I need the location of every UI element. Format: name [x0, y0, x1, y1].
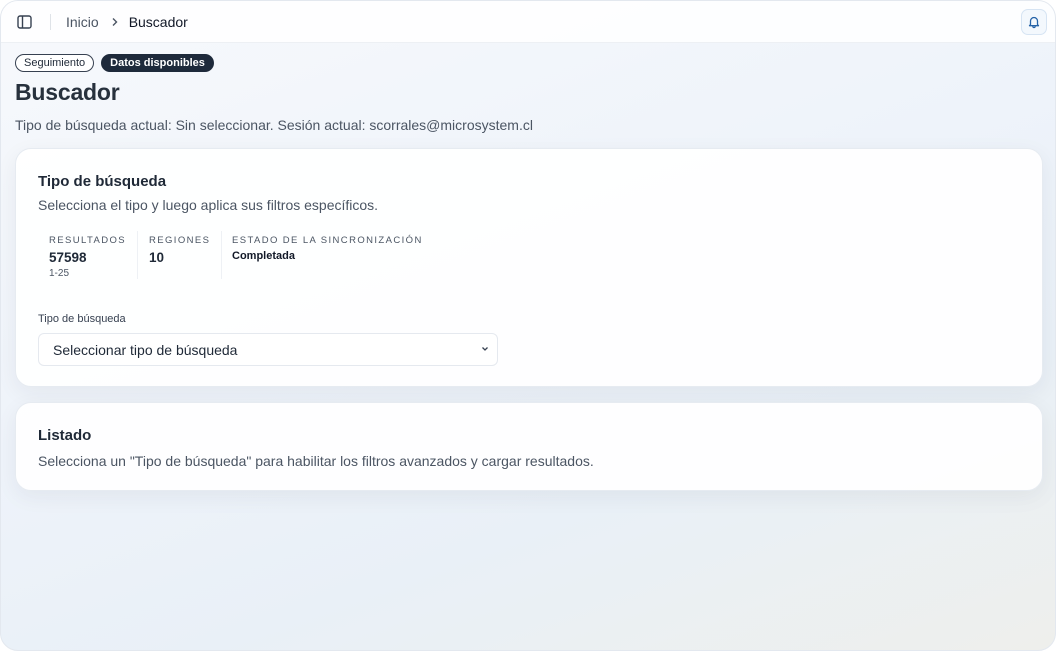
stat-regiones: REGIONES 10 [137, 231, 221, 279]
search-type-card-description: Selecciona el tipo y luego aplica sus fi… [38, 197, 379, 213]
topbar-divider [50, 14, 51, 30]
stat-regiones-label: REGIONES [149, 235, 211, 246]
top-bar: Inicio Buscador [1, 1, 1055, 43]
stat-resultados-value: 57598 [49, 250, 87, 265]
badge-seguimiento: Seguimiento [15, 54, 95, 72]
page-subtitle: Tipo de búsqueda actual: Sin seleccionar… [15, 117, 533, 133]
search-type-select-value: Seleccionar tipo de búsqueda [53, 341, 238, 358]
badge-datos-disponibles: Datos disponibles [101, 54, 214, 72]
search-type-select[interactable]: Seleccionar tipo de búsqueda [38, 333, 498, 366]
badge-row: Seguimiento Datos disponibles [15, 54, 214, 72]
breadcrumb-item-inicio[interactable]: Inicio [66, 14, 99, 30]
list-card: Listado Selecciona un "Tipo de búsqueda"… [15, 402, 1043, 491]
sidebar-toggle-icon[interactable] [15, 13, 33, 31]
search-type-card: Tipo de búsqueda Selecciona el tipo y lu… [15, 148, 1043, 387]
stats-row: RESULTADOS 57598 1-25 REGIONES 10 ESTADO… [38, 231, 441, 279]
breadcrumb: Inicio Buscador [66, 1, 188, 43]
bell-icon [1027, 15, 1041, 29]
search-type-field-label: Tipo de búsqueda [38, 313, 126, 325]
app-window: Inicio Buscador Seguimiento Datos dispon… [0, 0, 1056, 651]
stat-estado-sincronizacion: ESTADO DE LA SINCRONIZACIÓN Completada [221, 231, 441, 279]
chevron-right-icon [111, 17, 119, 27]
stat-regiones-value: 10 [149, 250, 165, 265]
list-card-title: Listado [38, 427, 92, 444]
page-title: Buscador [15, 79, 120, 105]
search-type-card-title: Tipo de búsqueda [38, 173, 167, 190]
chevron-down-icon [481, 346, 489, 352]
stat-resultados-label: RESULTADOS [49, 235, 126, 246]
stat-resultados-range: 1-25 [49, 268, 70, 279]
notifications-button[interactable] [1021, 9, 1047, 35]
list-card-description: Selecciona un "Tipo de búsqueda" para ha… [38, 453, 594, 469]
stat-estado-value: Completada [232, 250, 295, 262]
breadcrumb-item-buscador: Buscador [128, 14, 188, 30]
stat-estado-label: ESTADO DE LA SINCRONIZACIÓN [232, 235, 423, 246]
stat-resultados: RESULTADOS 57598 1-25 [38, 231, 137, 279]
